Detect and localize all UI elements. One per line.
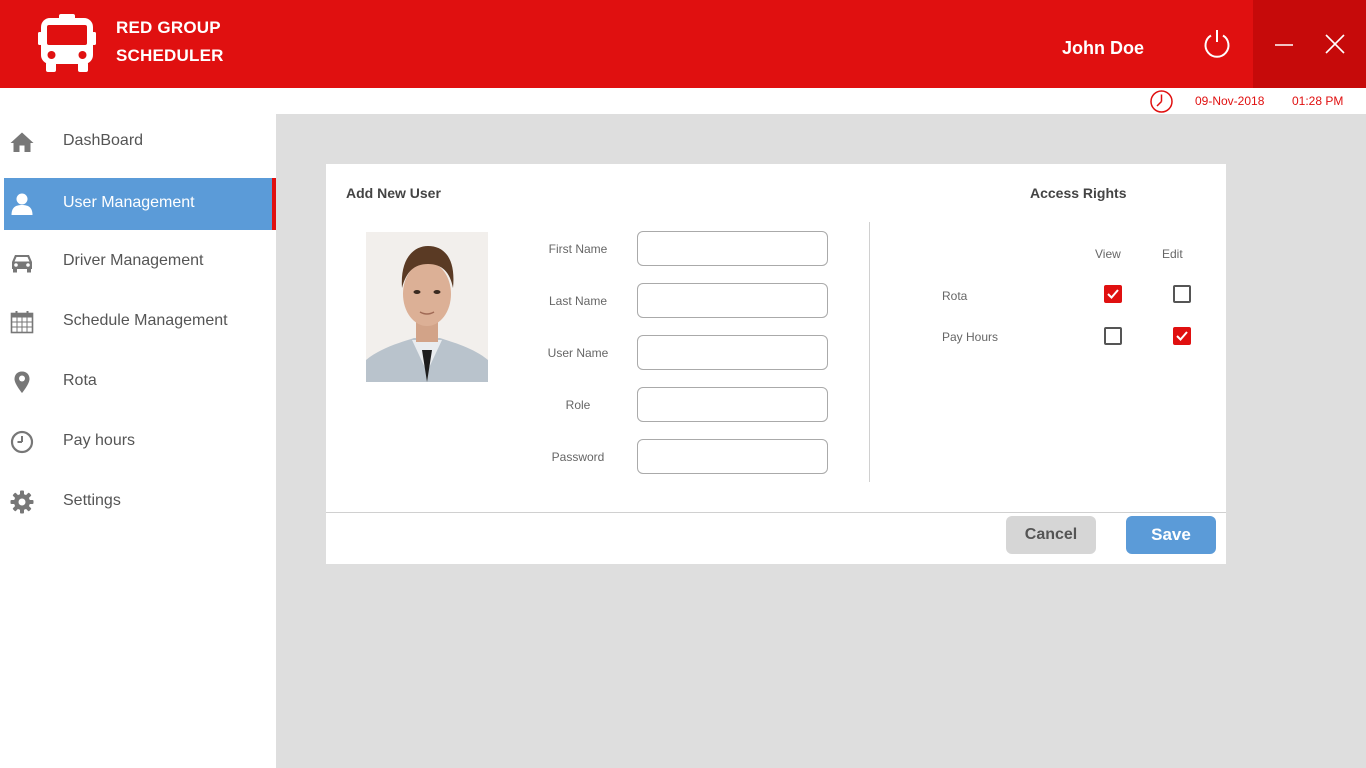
access-rights-title: Access Rights xyxy=(1030,185,1127,201)
sidebar-item-user-management[interactable]: User Management xyxy=(4,178,276,230)
sidebar-item-label: DashBoard xyxy=(63,132,144,149)
pay-hours-view-checkbox[interactable] xyxy=(1104,327,1122,345)
sidebar-item-label: Pay hours xyxy=(63,432,136,449)
clock-icon xyxy=(1150,90,1173,113)
home-icon xyxy=(10,132,34,152)
add-user-card: Add New User Access Rights First Name La… xyxy=(326,164,1226,564)
power-icon[interactable] xyxy=(1201,27,1233,59)
car-icon xyxy=(12,255,32,273)
role-label: Role xyxy=(565,398,591,412)
password-label: Password xyxy=(551,450,605,464)
sidebar-item-label: User Management xyxy=(63,194,195,211)
sidebar: DashBoard User Management Driver Managem… xyxy=(0,88,276,768)
sidebar-item-pay-hours[interactable]: Pay hours xyxy=(4,416,276,468)
cancel-button[interactable]: Cancel xyxy=(1006,516,1096,554)
sidebar-item-label: Schedule Management xyxy=(63,312,228,329)
rota-edit-checkbox[interactable] xyxy=(1173,285,1191,303)
minimize-icon[interactable] xyxy=(1265,30,1303,60)
app-header: RED GROUP SCHEDULER John Doe xyxy=(0,0,1366,88)
checkmark-icon xyxy=(1176,331,1188,341)
password-input[interactable] xyxy=(637,439,828,474)
current-time: 01:28 PM xyxy=(1292,94,1344,108)
user-name-label: User Name xyxy=(547,346,609,360)
view-column-header: View xyxy=(1095,247,1121,261)
sidebar-item-settings[interactable]: Settings xyxy=(4,476,276,528)
user-icon xyxy=(11,193,33,215)
app-title-line2: SCHEDULER xyxy=(116,46,224,65)
first-name-label: First Name xyxy=(548,242,608,256)
app-title: RED GROUP SCHEDULER xyxy=(116,14,224,70)
calendar-icon xyxy=(10,311,34,334)
sidebar-item-dashboard[interactable]: DashBoard xyxy=(4,116,276,168)
user-name-input[interactable] xyxy=(637,335,828,370)
sidebar-item-driver-management[interactable]: Driver Management xyxy=(4,236,276,288)
bus-icon xyxy=(38,14,96,72)
close-icon[interactable] xyxy=(1319,28,1351,60)
current-date: 09-Nov-2018 xyxy=(1195,94,1265,108)
app-title-line1: RED GROUP xyxy=(116,18,221,37)
sidebar-item-label: Settings xyxy=(63,492,121,509)
edit-column-header: Edit xyxy=(1162,247,1183,261)
user-photo[interactable] xyxy=(366,232,488,382)
map-pin-icon xyxy=(14,371,30,393)
pay-hours-edit-checkbox[interactable] xyxy=(1173,327,1191,345)
form-divider xyxy=(869,222,870,482)
sidebar-item-label: Rota xyxy=(63,372,97,389)
current-username: John Doe xyxy=(1062,38,1145,58)
pay-hours-access-label: Pay Hours xyxy=(942,330,999,344)
sidebar-item-rota[interactable]: Rota xyxy=(4,356,276,408)
sidebar-item-label: Driver Management xyxy=(63,252,204,269)
last-name-label: Last Name xyxy=(548,294,608,308)
first-name-input[interactable] xyxy=(637,231,828,266)
role-input[interactable] xyxy=(637,387,828,422)
checkmark-icon xyxy=(1107,289,1119,299)
footer-divider xyxy=(326,512,1226,513)
rota-view-checkbox[interactable] xyxy=(1104,285,1122,303)
gear-icon xyxy=(10,490,34,514)
sidebar-item-schedule-management[interactable]: Schedule Management xyxy=(4,296,276,348)
rota-access-label: Rota xyxy=(942,289,968,303)
last-name-input[interactable] xyxy=(637,283,828,318)
clock-icon xyxy=(10,430,34,454)
form-title: Add New User xyxy=(346,185,441,201)
save-button[interactable]: Save xyxy=(1126,516,1216,554)
